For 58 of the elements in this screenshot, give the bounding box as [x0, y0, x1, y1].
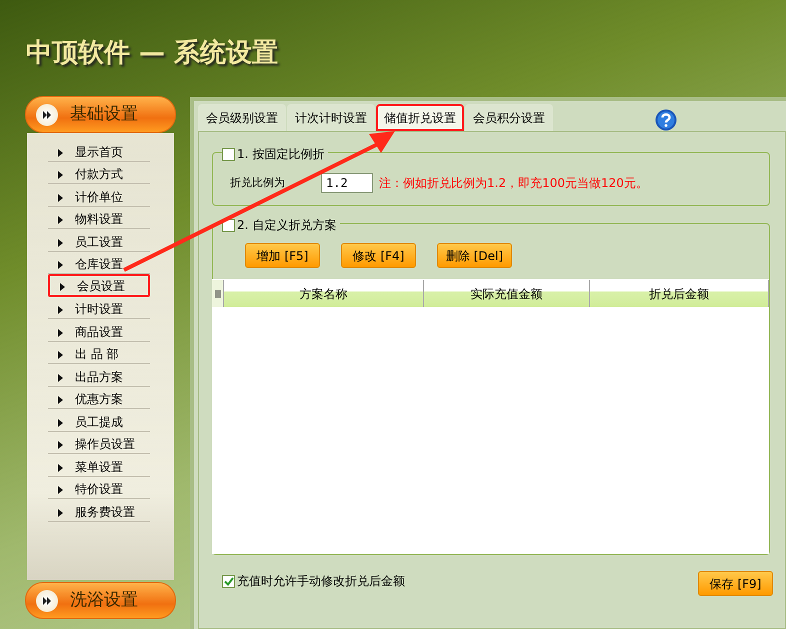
- triangle-icon: [58, 441, 63, 449]
- section-header[interactable]: 基础设置: [25, 96, 176, 133]
- toolbar-button[interactable]: 修改 [F4]: [341, 243, 416, 268]
- tab[interactable]: 储值折兑设置: [376, 104, 464, 131]
- tab[interactable]: 会员级别设置: [198, 104, 286, 131]
- sidebar-item[interactable]: 仓库设置: [48, 252, 150, 274]
- column-header[interactable]: 折兑后金额: [590, 280, 769, 307]
- sidebar-item[interactable]: 员工提成: [48, 409, 150, 432]
- toolbar-button[interactable]: 删除 [Del]: [437, 243, 512, 268]
- sidebar-item[interactable]: 优惠方案: [48, 386, 150, 409]
- checkbox-label: 充值时允许手动修改折兑后金额: [237, 573, 405, 590]
- field-label: 折兑比例为: [230, 174, 285, 191]
- sidebar-item[interactable]: 显示首页: [48, 139, 150, 162]
- sidebar-item[interactable]: 出品方案: [48, 364, 150, 386]
- toolbar-button[interactable]: 增加 [F5]: [245, 243, 320, 268]
- column-header[interactable]: 实际充值金额: [424, 280, 590, 307]
- note-text: 注：例如折兑比例为1.2，即充100元当做120元。: [379, 175, 648, 192]
- triangle-icon: [60, 282, 65, 290]
- sidebar-item[interactable]: 物料设置: [48, 206, 150, 229]
- checkbox[interactable]: [222, 574, 235, 588]
- section-header[interactable]: 洗浴设置: [25, 582, 176, 619]
- triangle-icon: [58, 486, 63, 494]
- triangle-icon: [58, 148, 63, 156]
- checkbox[interactable]: [222, 148, 235, 160]
- triangle-icon: [58, 194, 63, 202]
- sidebar-item[interactable]: 付款方式: [48, 162, 150, 184]
- triangle-icon: [58, 374, 63, 382]
- sidebar-item[interactable]: 商品设置: [48, 319, 150, 342]
- triangle-icon: [58, 306, 63, 314]
- triangle-icon: [58, 238, 63, 246]
- triangle-icon: [58, 396, 63, 404]
- window-title: 中顶软件 — 系统设置: [26, 37, 278, 70]
- sidebar-item[interactable]: 菜单设置: [48, 454, 150, 476]
- triangle-icon: [58, 171, 63, 179]
- sidebar-item[interactable]: 会员设置: [48, 274, 150, 296]
- triangle-icon: [58, 508, 63, 516]
- help-icon[interactable]: [655, 109, 677, 131]
- row-menu-icon[interactable]: [212, 280, 224, 307]
- sidebar-item[interactable]: 计价单位: [48, 184, 150, 206]
- column-header[interactable]: 方案名称: [224, 280, 424, 307]
- sidebar-item[interactable]: 特价设置: [48, 476, 150, 499]
- triangle-icon: [58, 328, 63, 336]
- sidebar-item[interactable]: 服务费设置: [48, 499, 150, 522]
- tab[interactable]: 会员积分设置: [465, 104, 553, 131]
- triangle-icon: [58, 261, 63, 269]
- sidebar-item[interactable]: 计时设置: [48, 296, 150, 319]
- group-label: 1. 按固定比例折: [237, 146, 324, 163]
- sidebar-item[interactable]: 员工设置: [48, 229, 150, 252]
- triangle-icon: [58, 216, 63, 224]
- input-field[interactable]: 1.2: [321, 173, 373, 193]
- save-button[interactable]: 保存 [F9]: [698, 571, 773, 596]
- triangle-icon: [58, 351, 63, 359]
- sidebar-item[interactable]: 出 品 部: [48, 342, 150, 364]
- triangle-icon: [58, 418, 63, 426]
- tab[interactable]: 计次计时设置: [287, 104, 375, 131]
- group-label: 2. 自定义折兑方案: [237, 217, 336, 234]
- triangle-icon: [58, 464, 63, 472]
- sidebar-item[interactable]: 操作员设置: [48, 432, 150, 454]
